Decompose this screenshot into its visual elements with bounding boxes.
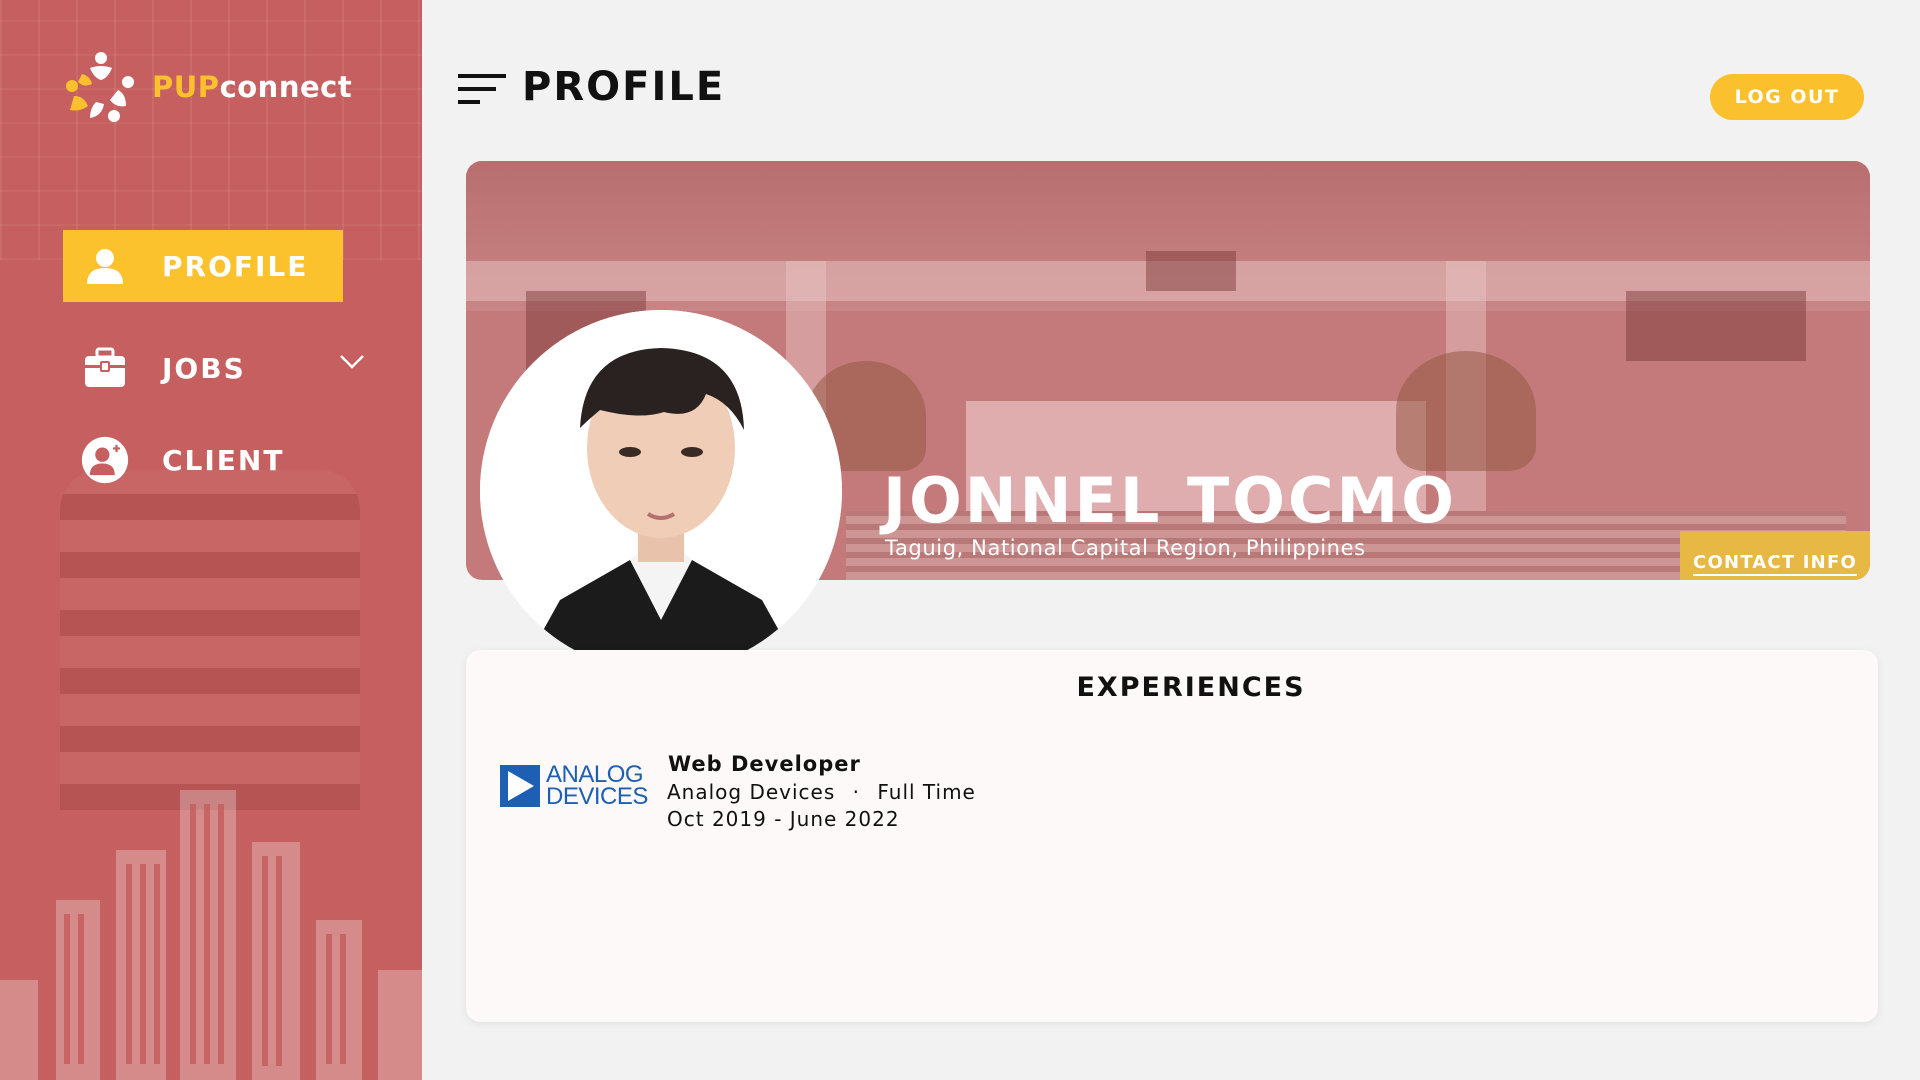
user-icon — [81, 242, 129, 290]
brand-name: PUPconnect — [152, 70, 353, 104]
experience-company: Analog Devices · Full Time — [667, 780, 976, 804]
company-logo-text: ANALOG DEVICES — [546, 761, 648, 810]
sidebar-roof-background — [0, 0, 422, 260]
brand-logo[interactable]: PUPconnect — [60, 46, 352, 128]
employment-type: Full Time — [877, 780, 976, 804]
sidebar-building-background — [60, 470, 360, 810]
menu-lines-icon[interactable] — [458, 72, 506, 106]
city-skyline-illustration — [0, 790, 422, 1080]
page-title: PROFILE — [522, 64, 726, 110]
profile-photo — [480, 310, 842, 672]
cover-window — [1626, 291, 1806, 361]
chevron-down-icon[interactable] — [339, 354, 365, 370]
add-user-icon — [81, 436, 129, 484]
company-logo: ANALOG DEVICES — [500, 761, 648, 810]
experiences-title: EXPERIENCES — [1076, 672, 1306, 703]
sidebar-item-jobs[interactable]: JOBS — [63, 332, 364, 404]
sidebar: PUPconnect PROFILE JOBS CLIENT — [0, 0, 422, 1080]
avatar[interactable] — [480, 310, 842, 672]
experience-role: Web Developer — [668, 752, 861, 776]
people-circle-icon — [66, 52, 134, 122]
contact-info-label: CONTACT INFO — [1693, 552, 1857, 576]
logout-button[interactable]: LOG OUT — [1710, 74, 1864, 120]
contact-info-button[interactable]: CONTACT INFO — [1680, 531, 1870, 580]
sidebar-item-client[interactable]: CLIENT — [63, 424, 343, 496]
sidebar-item-label: JOBS — [162, 351, 246, 385]
company-name: Analog Devices — [667, 780, 836, 804]
experiences-card: EXPERIENCES ANALOG DEVICES Web Developer… — [466, 650, 1878, 1022]
sidebar-item-label: CLIENT — [162, 443, 285, 477]
profile-name: JONNEL TOCMO — [883, 464, 1457, 537]
cover-plant — [1396, 351, 1536, 471]
cover-window — [1146, 251, 1236, 291]
sidebar-item-label: PROFILE — [162, 249, 309, 283]
separator-dot: · — [852, 780, 860, 804]
sidebar-item-profile[interactable]: PROFILE — [63, 230, 343, 302]
experience-dates: Oct 2019 - June 2022 — [667, 807, 900, 831]
analog-devices-logo-icon — [500, 765, 540, 807]
briefcase-icon — [81, 344, 129, 392]
profile-location: Taguig, National Capital Region, Philipp… — [885, 536, 1366, 560]
